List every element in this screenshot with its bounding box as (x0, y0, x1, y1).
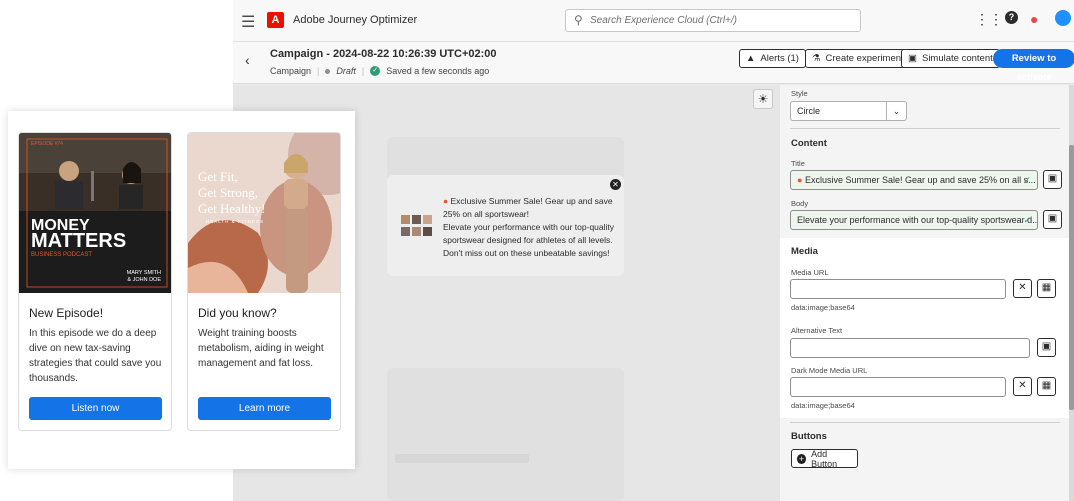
fitness-image: Get Fit, Get Strong, Get Healthy! HEALTH… (188, 133, 340, 293)
personalize-icon[interactable]: ▣ (1037, 338, 1056, 357)
podcast-artwork (19, 133, 171, 293)
body-value: Elevate your performance with our top-qu… (797, 215, 1038, 225)
podcast-subhead: BUSINESS PODCAST (31, 252, 93, 258)
card-body: In this episode we do a deep dive on new… (29, 328, 162, 384)
campaign-type: Campaign (270, 66, 312, 76)
message-title-text: Exclusive Summer Sale! Gear up and save … (443, 196, 613, 219)
apps-grid-icon[interactable]: ⋮⋮ (975, 11, 1003, 28)
search-input[interactable]: ⚲ Search Experience Cloud (Ctrl+/) (565, 9, 861, 32)
fitness-headline-3: Get Healthy! (198, 201, 266, 216)
alt-text-field[interactable] (790, 338, 1030, 358)
dark-media-url-field[interactable] (790, 377, 1006, 397)
chevron-down-icon: ⌄ (886, 102, 906, 120)
message-body: Elevate your performance with our top-qu… (443, 222, 615, 258)
adobe-logo[interactable]: A (267, 12, 284, 28)
media-url-label: Media URL (791, 268, 829, 277)
podcast-image: EPISODE #74 MONEY MATTERS BUSINESS PODCA… (19, 133, 171, 293)
fire-icon: ● (797, 175, 803, 185)
style-label: Style (791, 89, 808, 98)
flask-icon: ⚗ (812, 53, 821, 64)
skeleton-card (387, 368, 624, 501)
listen-now-button[interactable]: Listen now (29, 397, 162, 420)
campaign-meta: Campaign | Draft | ✓ Saved a few seconds… (270, 66, 489, 76)
search-icon: ⚲ (574, 13, 583, 27)
status-badge: Draft (336, 66, 356, 76)
dark-media-url-label: Dark Mode Media URL (791, 366, 868, 375)
card-title: New Episode! (29, 306, 104, 320)
simulate-label: Simulate content (921, 53, 993, 64)
avatar[interactable] (1055, 10, 1071, 26)
podcast-hosts-1: MARY SMITH (126, 270, 161, 276)
top-bar: ☰ A Adobe Journey Optimizer ⚲ Search Exp… (233, 0, 1074, 42)
body-label: Body (791, 199, 809, 208)
style-select[interactable]: Circle ⌄ (790, 101, 907, 121)
warning-icon: ▲ (746, 53, 756, 64)
alt-text-label: Alternative Text (791, 326, 843, 335)
content-heading: Content (791, 138, 827, 149)
plus-icon: + (797, 453, 807, 464)
style-value: Circle (797, 106, 821, 116)
content-card-fitness: Get Fit, Get Strong, Get Healthy! HEALTH… (187, 132, 341, 431)
image-picker-icon[interactable]: ▦ (1037, 377, 1056, 396)
media-url-field[interactable] (790, 279, 1006, 299)
create-experiment-button[interactable]: ⚗ Create experiment (805, 49, 911, 68)
fire-icon: ● (443, 196, 449, 206)
back-icon[interactable]: ‹ (245, 52, 250, 68)
status-dot-icon (325, 68, 331, 74)
menu-icon[interactable]: ☰ (241, 12, 255, 32)
fitness-headline-1: Get Fit, (198, 169, 238, 184)
check-icon: ✓ (370, 66, 381, 76)
buttons-heading: Buttons (791, 431, 827, 442)
personalize-icon[interactable]: ▣ (1043, 170, 1062, 189)
saved-status: Saved a few seconds ago (386, 66, 490, 76)
valid-check-icon: ✓ (1023, 215, 1031, 225)
media-heading: Media (791, 246, 818, 257)
title-label: Title (791, 159, 805, 168)
divider (790, 128, 1060, 129)
theme-toggle-icon[interactable]: ☀ (753, 89, 773, 109)
add-button-label: Add Button (811, 448, 838, 469)
in-app-message-preview: ✕ ● Exclusive Summer Sale! Gear up and s… (387, 175, 624, 276)
scrollbar-thumb[interactable] (1069, 145, 1074, 410)
message-title: ● Exclusive Summer Sale! Gear up and sav… (443, 195, 617, 221)
content-cards-overlay: EPISODE #74 MONEY MATTERS BUSINESS PODCA… (8, 111, 355, 469)
title-field[interactable]: ● Exclusive Summer Sale! Gear up and sav… (790, 170, 1038, 190)
media-url-hint: data:image;base64 (791, 303, 855, 312)
separator: | (317, 66, 320, 76)
simulate-content-button[interactable]: ▣ Simulate content (901, 49, 1000, 68)
search-placeholder: Search Experience Cloud (Ctrl+/) (590, 15, 738, 26)
create-experiment-label: Create experiment (825, 53, 904, 64)
campaign-title: Campaign - 2024-08-22 10:26:39 UTC+02:00 (270, 48, 497, 60)
add-button[interactable]: + Add Button (791, 448, 858, 469)
app-window: ☰ A Adobe Journey Optimizer ⚲ Search Exp… (233, 0, 1074, 501)
fitness-headline-2: Get Strong, (198, 185, 258, 200)
body-field[interactable]: Elevate your performance with our top-qu… (790, 210, 1038, 230)
podcast-hosts-2: & JOHN DOE (127, 277, 161, 283)
message-thumbnail-icon (401, 215, 432, 236)
help-icon[interactable]: ? (1005, 11, 1018, 24)
close-icon[interactable]: ✕ (610, 179, 621, 190)
valid-check-icon: ✓ (1023, 175, 1031, 185)
review-to-activate-button[interactable]: Review to activate (993, 49, 1074, 83)
podcast-headline-2: MATTERS (31, 230, 127, 252)
alerts-label: Alerts (1) (760, 53, 799, 64)
divider (790, 422, 1060, 423)
fitness-tag: HEALTH & FITNESS (206, 219, 264, 224)
card-title: Did you know? (198, 306, 277, 320)
app-name: Adobe Journey Optimizer (293, 14, 418, 26)
content-card-podcast: EPISODE #74 MONEY MATTERS BUSINESS PODCA… (18, 132, 172, 431)
card-body: Weight training boosts metabolism, aidin… (198, 328, 324, 369)
title-value: Exclusive Summer Sale! Gear up and save … (804, 175, 1036, 185)
simulate-icon: ▣ (908, 53, 917, 64)
clear-icon[interactable]: ✕ (1013, 279, 1032, 298)
episode-label: EPISODE #74 (31, 141, 63, 147)
image-picker-icon[interactable]: ▦ (1037, 279, 1056, 298)
alerts-button[interactable]: ▲ Alerts (1) (739, 49, 806, 68)
dark-media-url-hint: data:image;base64 (791, 401, 855, 410)
clear-icon[interactable]: ✕ (1013, 377, 1032, 396)
learn-more-button[interactable]: Learn more (198, 397, 331, 420)
notifications-icon[interactable]: ● (1030, 11, 1038, 27)
personalize-icon[interactable]: ▣ (1043, 210, 1062, 229)
separator: | (361, 66, 365, 76)
